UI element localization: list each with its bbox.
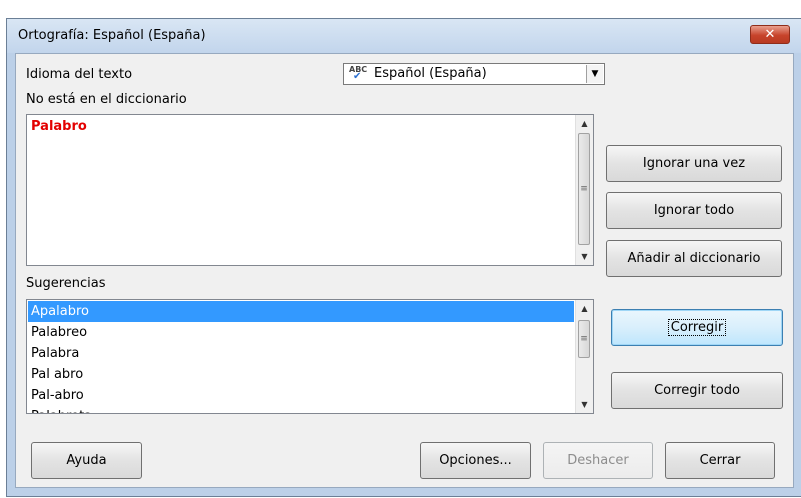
misspelled-word: Palabro xyxy=(31,119,87,134)
scroll-up-icon[interactable]: ▲ xyxy=(576,300,593,317)
spelling-dialog: Ortografía: Español (España) ✕ Idioma de… xyxy=(6,18,801,497)
window-title: Ortografía: Español (España) xyxy=(18,28,206,43)
correct-button-label: Corregir xyxy=(667,319,727,336)
suggestion-item[interactable]: Palabra xyxy=(28,343,574,364)
language-value: Español (España) xyxy=(374,66,487,81)
options-button[interactable]: Opciones... xyxy=(420,442,531,479)
add-to-dictionary-button[interactable]: Añadir al diccionario xyxy=(606,240,782,277)
ignore-all-button[interactable]: Ignorar todo xyxy=(606,192,782,229)
not-in-dict-textbox[interactable]: Palabro ▲ ≡ ▼ xyxy=(26,114,594,266)
suggestion-item[interactable]: Pal abro xyxy=(28,364,574,385)
undo-button: Deshacer xyxy=(543,442,653,479)
correct-all-button[interactable]: Corregir todo xyxy=(611,372,783,409)
correct-button[interactable]: Corregir xyxy=(611,309,783,346)
language-select[interactable]: ABC ✔ Español (España) ▼ xyxy=(343,63,605,85)
help-button[interactable]: Ayuda xyxy=(31,442,142,479)
suggestion-item[interactable]: Apalabro xyxy=(28,301,574,322)
scroll-up-icon[interactable]: ▲ xyxy=(576,115,593,132)
suggestions-list[interactable]: Apalabro Palabreo Palabra Pal abro Pal-a… xyxy=(26,299,594,414)
suggestions-scrollbar[interactable]: ▲ ≡ ▼ xyxy=(575,300,593,413)
scroll-thumb[interactable]: ≡ xyxy=(578,133,590,245)
dropdown-arrow-icon[interactable]: ▼ xyxy=(586,65,603,83)
suggestion-item[interactable]: Pal-abro xyxy=(28,385,574,406)
close-button[interactable]: Cerrar xyxy=(665,442,775,479)
not-in-dict-label: No está en el diccionario xyxy=(26,92,187,107)
suggestion-item[interactable]: Palabrota xyxy=(28,406,574,413)
suggestion-item[interactable]: Palabreo xyxy=(28,322,574,343)
title-bar[interactable]: Ortografía: Español (España) ✕ xyxy=(7,19,801,53)
suggestions-label: Sugerencias xyxy=(26,276,106,291)
ignore-once-button[interactable]: Ignorar una vez xyxy=(606,145,782,182)
language-label: Idioma del texto xyxy=(26,67,133,82)
scroll-thumb[interactable]: ≡ xyxy=(578,320,590,358)
dialog-client-area: Idioma del texto ABC ✔ Español (España) … xyxy=(15,53,794,488)
scroll-down-icon[interactable]: ▼ xyxy=(576,248,593,265)
close-icon: ✕ xyxy=(764,27,776,42)
not-in-dict-scrollbar[interactable]: ▲ ≡ ▼ xyxy=(575,115,593,265)
scroll-down-icon[interactable]: ▼ xyxy=(576,396,593,413)
close-window-button[interactable]: ✕ xyxy=(750,25,790,44)
